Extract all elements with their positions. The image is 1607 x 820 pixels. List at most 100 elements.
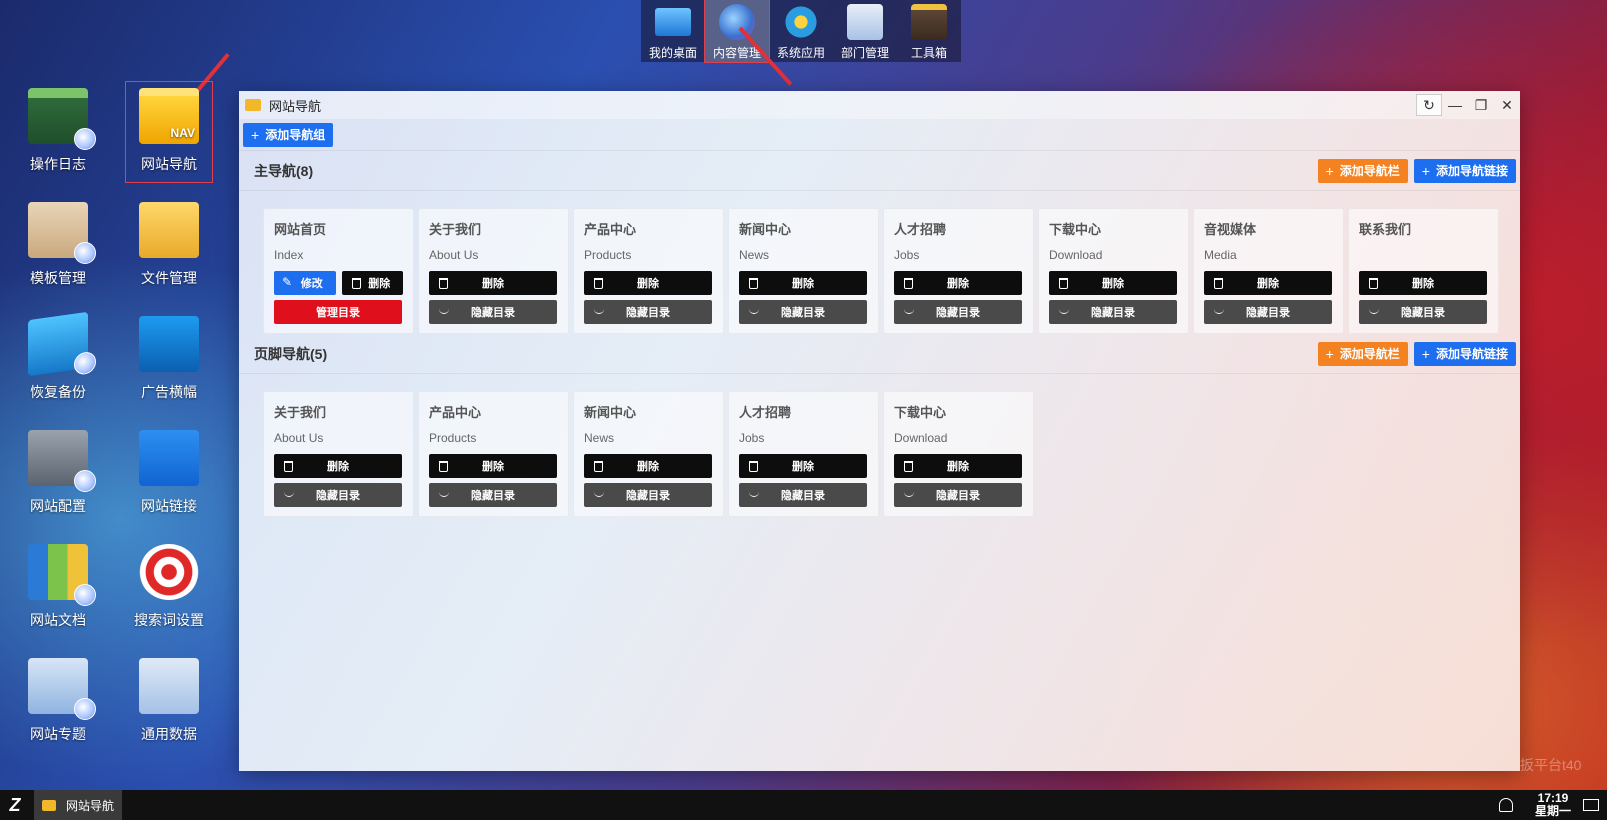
delete-button[interactable]: 删除 [1049, 271, 1177, 295]
desktop-icon-operation-log[interactable]: 操作日志 [8, 82, 108, 182]
server-icon [28, 430, 96, 492]
manage-dir-button[interactable]: 管理目录 [274, 300, 402, 324]
target-icon [139, 544, 199, 600]
desktop-icon-label: 搜索词设置 [134, 612, 204, 628]
delete-button[interactable]: 删除 [429, 271, 557, 295]
nav-card-en: About Us [429, 248, 479, 262]
hide-dir-button[interactable]: 隐藏目录 [1049, 300, 1177, 324]
eye-closed-icon [594, 309, 604, 314]
nav-card: 联系我们 删除 隐藏目录 [1348, 208, 1499, 334]
delete-button[interactable]: 删除 [341, 271, 403, 295]
delete-button[interactable]: 删除 [894, 454, 1022, 478]
delete-button[interactable]: 删除 [584, 454, 712, 478]
footer-nav-header: 页脚导航(5) + 添加导航栏 + 添加导航链接 [239, 334, 1520, 374]
desktop-icon-config[interactable]: 网站配置 [8, 424, 108, 524]
desktop-icon-label: 网站链接 [141, 498, 197, 514]
desktop-icon-data[interactable]: 通用数据 [119, 652, 219, 752]
desktop-icon-label: 通用数据 [141, 726, 197, 742]
add-nav-group-button[interactable]: + 添加导航组 [243, 122, 334, 147]
eye-closed-icon [904, 309, 914, 314]
delete-button[interactable]: 删除 [1204, 271, 1332, 295]
desktop-icon-special[interactable]: 网站专题 [8, 652, 108, 752]
nav-card: 产品中心 Products 删除 隐藏目录 [418, 391, 569, 517]
desktop-icon-link[interactable]: 网站链接 [119, 424, 219, 524]
id-card-icon [847, 4, 883, 40]
system-tray: 17:19 星期一 [1498, 790, 1607, 820]
bell-icon[interactable] [1498, 798, 1513, 812]
close-button[interactable]: ✕ [1494, 94, 1520, 116]
minimize-button[interactable]: — [1442, 94, 1468, 116]
desktop-icon-file[interactable]: 文件管理 [119, 196, 219, 296]
hide-dir-button[interactable]: 隐藏目录 [1359, 300, 1487, 324]
button-label: 隐藏目录 [1246, 307, 1290, 319]
hide-dir-button[interactable]: 隐藏目录 [429, 300, 557, 324]
button-label: 删除 [1257, 278, 1279, 290]
hide-dir-button[interactable]: 隐藏目录 [429, 483, 557, 507]
nav-card-en: News [584, 431, 615, 445]
start-button[interactable]: Z [0, 790, 30, 820]
nav-card-name: 人才招聘 [894, 222, 947, 237]
trash-icon [594, 461, 603, 472]
eye-closed-icon [439, 492, 449, 497]
hide-dir-button[interactable]: 隐藏目录 [894, 300, 1022, 324]
hide-dir-button[interactable]: 隐藏目录 [894, 483, 1022, 507]
dock-item-system[interactable]: 系统应用 [769, 0, 833, 62]
button-label: 删除 [637, 461, 659, 473]
nav-card: 新闻中心 News 删除 隐藏目录 [573, 391, 724, 517]
delete-button[interactable]: 删除 [584, 271, 712, 295]
dock-label: 我的桌面 [648, 46, 697, 60]
banner-icon [139, 316, 199, 372]
desktop-icon-backup[interactable]: 恢复备份 [8, 310, 108, 410]
desktop-icon-label: 操作日志 [30, 156, 86, 172]
delete-button[interactable]: 删除 [894, 271, 1022, 295]
eye-closed-icon [749, 492, 759, 497]
desktop-icon-label: 网站文档 [30, 612, 86, 628]
button-label: 删除 [792, 461, 814, 473]
desktop-icon-docs[interactable]: 网站文档 [8, 538, 108, 638]
dock-label: 系统应用 [776, 46, 825, 60]
nav-card-name: 产品中心 [429, 405, 482, 420]
refresh-button[interactable]: ↻ [1416, 94, 1442, 116]
delete-button[interactable]: 删除 [1359, 271, 1487, 295]
hide-dir-button[interactable]: 隐藏目录 [739, 483, 867, 507]
delete-button[interactable]: 删除 [274, 454, 402, 478]
edit-button[interactable]: ✎ 修改 [274, 271, 336, 295]
add-nav-bar-button[interactable]: + 添加导航栏 [1317, 158, 1408, 183]
button-label: 删除 [1412, 278, 1434, 290]
add-nav-bar-button[interactable]: + 添加导航栏 [1317, 341, 1408, 366]
nav-card-name: 下载中心 [894, 405, 947, 420]
dock-item-desktop[interactable]: 我的桌面 [641, 0, 705, 62]
hide-dir-button[interactable]: 隐藏目录 [739, 300, 867, 324]
desktop-icon-search-words[interactable]: 搜索词设置 [119, 538, 219, 638]
show-desktop-icon[interactable] [1583, 799, 1599, 811]
dock-item-department[interactable]: 部门管理 [833, 0, 897, 62]
restore-button[interactable]: ❐ [1468, 94, 1494, 116]
hide-dir-button[interactable]: 隐藏目录 [274, 483, 402, 507]
taskbar-item-site-nav[interactable]: 网站导航 [34, 790, 122, 820]
hide-dir-button[interactable]: 隐藏目录 [1204, 300, 1332, 324]
dock-item-toolbox[interactable]: 工具箱 [897, 0, 961, 62]
eye-closed-icon [594, 492, 604, 497]
button-label: 隐藏目录 [1091, 307, 1135, 319]
hide-dir-button[interactable]: 隐藏目录 [584, 300, 712, 324]
delete-button[interactable]: 删除 [739, 271, 867, 295]
window-titlebar[interactable]: 网站导航 ↻ — ❐ ✕ [239, 91, 1520, 119]
add-nav-link-button[interactable]: + 添加导航链接 [1413, 341, 1516, 366]
desktop-icon-banner[interactable]: 广告横幅 [119, 310, 219, 410]
button-label: 隐藏目录 [936, 490, 980, 502]
trash-icon [904, 278, 913, 289]
hide-dir-button[interactable]: 隐藏目录 [584, 483, 712, 507]
desktop-icon-label: 模板管理 [30, 270, 86, 286]
delete-button[interactable]: 删除 [429, 454, 557, 478]
add-nav-link-button[interactable]: + 添加导航链接 [1413, 158, 1516, 183]
delete-button[interactable]: 删除 [739, 454, 867, 478]
button-label: 删除 [1102, 278, 1124, 290]
trash-icon [594, 278, 603, 289]
section-title: 页脚导航(5) [254, 345, 328, 362]
nav-card: 下载中心 Download 删除 隐藏目录 [1038, 208, 1189, 334]
clock[interactable]: 17:19 星期一 [1535, 792, 1571, 818]
nav-card-name: 音视媒体 [1204, 222, 1257, 237]
desktop-icon-site-nav[interactable]: NAV 网站导航 [125, 81, 213, 183]
button-label: 隐藏目录 [626, 490, 670, 502]
desktop-icon-template[interactable]: 模板管理 [8, 196, 108, 296]
